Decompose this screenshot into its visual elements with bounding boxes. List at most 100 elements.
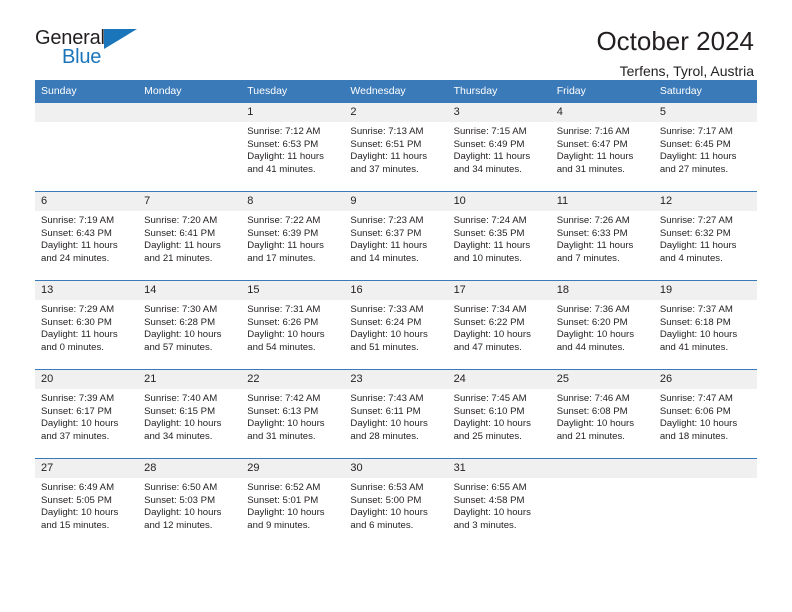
daylight-text-line2: and 0 minutes. (41, 341, 104, 353)
sunrise-text: Sunrise: 6:55 AM (453, 482, 527, 493)
day-details: Sunrise: 7:36 AM Sunset: 6:20 PM Daylight:… (551, 300, 654, 354)
day-cell[interactable]: 29 Sunrise: 6:52 AM Sunset: 5:01 PM Dayligh… (241, 458, 345, 548)
sunrise-text: Sunrise: 6:50 AM (144, 482, 218, 493)
day-cell[interactable]: 17 Sunrise: 7:34 AM Sunset: 6:22 PM Dayligh… (447, 280, 551, 370)
day-number: 7 (138, 192, 242, 211)
day-number: 28 (138, 459, 242, 478)
day-number: 17 (447, 281, 551, 300)
weekday-header-wednesday: Wednesday (344, 80, 448, 103)
sunset-text: Sunset: 6:45 PM (659, 138, 731, 150)
day-cell[interactable]: 7 Sunrise: 7:20 AM Sunset: 6:41 PM Daylight… (138, 191, 242, 281)
sunrise-text: Sunrise: 7:46 AM (556, 393, 630, 404)
day-cell[interactable]: 28 Sunrise: 6:50 AM Sunset: 5:03 PM Dayligh… (138, 458, 242, 548)
day-details: Sunrise: 7:16 AM Sunset: 6:47 PM Daylight:… (551, 122, 654, 176)
day-cell[interactable] (138, 102, 242, 192)
daylight-text-line2: and 9 minutes. (247, 519, 311, 531)
day-details: Sunrise: 7:20 AM Sunset: 6:41 PM Daylight:… (138, 211, 241, 265)
day-cell[interactable]: 10 Sunrise: 7:24 AM Sunset: 6:35 PM Dayligh… (447, 191, 551, 281)
day-cell[interactable]: 9 Sunrise: 7:23 AM Sunset: 6:37 PM Daylight… (344, 191, 448, 281)
day-cell[interactable]: 2 Sunrise: 7:13 AM Sunset: 6:51 PM Daylight… (344, 102, 448, 192)
day-details (551, 478, 654, 482)
day-cell[interactable]: 27 Sunrise: 6:49 AM Sunset: 5:05 PM Dayligh… (35, 458, 139, 548)
daylight-text-line2: and 31 minutes. (556, 163, 625, 175)
daylight-text-line2: and 10 minutes. (453, 252, 522, 264)
day-cell[interactable]: 23 Sunrise: 7:43 AM Sunset: 6:11 PM Dayligh… (344, 369, 448, 459)
daylight-text-line1: Daylight: 10 hours (659, 418, 738, 430)
day-cell[interactable]: 3 Sunrise: 7:15 AM Sunset: 6:49 PM Daylight… (447, 102, 551, 192)
daylight-text-line1: Daylight: 10 hours (41, 507, 119, 519)
daylight-text-line2: and 18 minutes. (659, 430, 729, 442)
day-number: 3 (447, 103, 551, 122)
sunset-text: Sunset: 6:39 PM (247, 227, 319, 239)
day-cell[interactable]: 1 Sunrise: 7:12 AM Sunset: 6:53 PM Daylight… (241, 102, 345, 192)
daylight-text-line2: and 41 minutes. (659, 341, 729, 353)
day-number: 8 (241, 192, 345, 211)
day-cell[interactable]: 30 Sunrise: 6:53 AM Sunset: 5:00 PM Dayligh… (344, 458, 448, 548)
day-cell[interactable]: 14 Sunrise: 7:30 AM Sunset: 6:28 PM Dayligh… (138, 280, 242, 370)
sunrise-text: Sunrise: 7:20 AM (144, 215, 218, 226)
day-details: Sunrise: 7:31 AM Sunset: 6:26 PM Daylight:… (241, 300, 344, 354)
day-cell[interactable]: 13 Sunrise: 7:29 AM Sunset: 6:30 PM Dayligh… (35, 280, 139, 370)
day-cell[interactable]: 26 Sunrise: 7:47 AM Sunset: 6:06 PM Dayligh… (653, 369, 757, 459)
day-details (654, 478, 757, 482)
day-cell[interactable] (653, 458, 757, 548)
day-cell[interactable] (550, 458, 654, 548)
sunrise-text: Sunrise: 7:43 AM (350, 393, 424, 404)
sunset-text: Sunset: 6:37 PM (350, 227, 422, 239)
page-header: General Blue October 2024 Terfens, Tyrol… (35, 0, 757, 79)
daylight-text-line1: Daylight: 10 hours (453, 507, 531, 519)
sunset-text: Sunset: 6:13 PM (247, 405, 319, 417)
day-number (35, 103, 139, 122)
daylight-text-line1: Daylight: 10 hours (350, 418, 428, 430)
day-number: 1 (241, 103, 345, 122)
sunset-text: Sunset: 6:10 PM (453, 405, 525, 417)
daylight-text-line2: and 37 minutes. (350, 163, 419, 175)
day-details: Sunrise: 6:52 AM Sunset: 5:01 PM Daylight:… (241, 478, 344, 532)
daylight-text-line1: Daylight: 10 hours (350, 507, 428, 519)
day-details: Sunrise: 6:55 AM Sunset: 4:58 PM Daylight:… (448, 478, 551, 532)
day-cell[interactable]: 24 Sunrise: 7:45 AM Sunset: 6:10 PM Dayligh… (447, 369, 551, 459)
day-cell[interactable]: 21 Sunrise: 7:40 AM Sunset: 6:15 PM Dayligh… (138, 369, 242, 459)
day-cell[interactable]: 20 Sunrise: 7:39 AM Sunset: 6:17 PM Dayligh… (35, 369, 139, 459)
daylight-text-line1: Daylight: 11 hours (453, 240, 531, 252)
page-title: October 2024 (596, 26, 754, 56)
day-cell[interactable]: 18 Sunrise: 7:36 AM Sunset: 6:20 PM Dayligh… (550, 280, 654, 370)
day-details: Sunrise: 7:43 AM Sunset: 6:11 PM Daylight:… (344, 389, 447, 443)
daylight-text-line2: and 25 minutes. (453, 430, 522, 442)
sunrise-text: Sunrise: 7:34 AM (453, 304, 527, 315)
day-cell[interactable]: 15 Sunrise: 7:31 AM Sunset: 6:26 PM Dayligh… (241, 280, 345, 370)
day-details: Sunrise: 6:53 AM Sunset: 5:00 PM Daylight:… (344, 478, 447, 532)
sunset-text: Sunset: 6:11 PM (350, 405, 421, 417)
day-number: 24 (447, 370, 551, 389)
general-blue-logo[interactable]: General Blue (35, 26, 150, 76)
daylight-text-line1: Daylight: 11 hours (144, 240, 221, 252)
sunset-text: Sunset: 6:51 PM (350, 138, 422, 150)
day-cell[interactable] (35, 102, 139, 192)
day-number: 22 (241, 370, 345, 389)
day-number: 11 (550, 192, 654, 211)
day-cell[interactable]: 5 Sunrise: 7:17 AM Sunset: 6:45 PM Daylight… (653, 102, 757, 192)
day-details: Sunrise: 7:13 AM Sunset: 6:51 PM Daylight:… (344, 122, 447, 176)
day-cell[interactable]: 25 Sunrise: 7:46 AM Sunset: 6:08 PM Dayligh… (550, 369, 654, 459)
daylight-text-line2: and 34 minutes. (453, 163, 522, 175)
day-cell[interactable]: 4 Sunrise: 7:16 AM Sunset: 6:47 PM Daylight… (550, 102, 654, 192)
day-cell[interactable]: 12 Sunrise: 7:27 AM Sunset: 6:32 PM Dayligh… (653, 191, 757, 281)
day-number: 20 (35, 370, 139, 389)
day-details: Sunrise: 6:50 AM Sunset: 5:03 PM Daylight:… (138, 478, 241, 532)
day-cell[interactable]: 22 Sunrise: 7:42 AM Sunset: 6:13 PM Dayligh… (241, 369, 345, 459)
sunset-text: Sunset: 5:03 PM (144, 494, 216, 506)
weekday-header-thursday: Thursday (447, 80, 551, 103)
day-number: 29 (241, 459, 345, 478)
daylight-text-line1: Daylight: 11 hours (247, 240, 324, 252)
day-cell[interactable]: 11 Sunrise: 7:26 AM Sunset: 6:33 PM Dayligh… (550, 191, 654, 281)
day-cell[interactable]: 8 Sunrise: 7:22 AM Sunset: 6:39 PM Daylight… (241, 191, 345, 281)
day-cell[interactable]: 31 Sunrise: 6:55 AM Sunset: 4:58 PM Dayligh… (447, 458, 551, 548)
day-number: 9 (344, 192, 448, 211)
week-row: 6 Sunrise: 7:19 AM Sunset: 6:43 PM Daylight… (35, 191, 757, 281)
day-cell[interactable]: 16 Sunrise: 7:33 AM Sunset: 6:24 PM Dayligh… (344, 280, 448, 370)
sunrise-text: Sunrise: 7:22 AM (247, 215, 321, 226)
daylight-text-line1: Daylight: 11 hours (247, 151, 324, 163)
day-details: Sunrise: 7:12 AM Sunset: 6:53 PM Daylight:… (241, 122, 344, 176)
day-cell[interactable]: 6 Sunrise: 7:19 AM Sunset: 6:43 PM Daylight… (35, 191, 139, 281)
day-cell[interactable]: 19 Sunrise: 7:37 AM Sunset: 6:18 PM Dayligh… (653, 280, 757, 370)
